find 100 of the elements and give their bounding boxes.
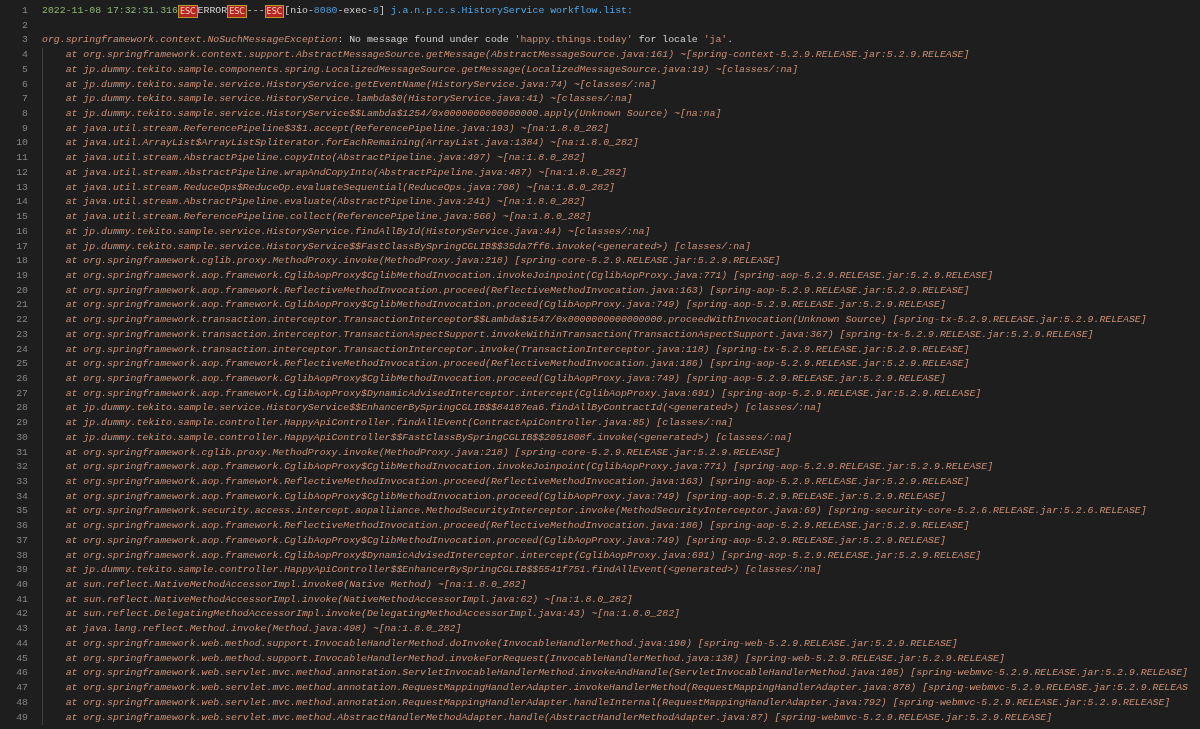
thread-name: [nio-8080-exec-8] [284,4,385,18]
stack-trace-line: at org.springframework.web.servlet.mvc.method.annotation.RequestMappingHandlerAdapter.handleInternal(RequestMappingHandlerAdapter.java:792) [spring-webmvc-5.2.9.RELEASE.jar:5.2.9.RELEASE] [65,695,1171,710]
escape-marker: ESC [227,4,247,18]
stack-trace-line: at jp.dummy.tekito.sample.controller.HappyApiController.findAllEvent(ContractApiController.java:85) [classes/:na] [65,416,734,431]
line-number: 43 [15,622,28,637]
line-number: 17 [15,239,28,254]
line-number: 45 [15,651,28,666]
stack-trace-line: at org.springframework.web.servlet.mvc.method.annotation.ServletInvocableHandlerMethod.invokeAndHandle(ServletInvocableHandlerMethod.java:105) [spring-webmvc-5.2.9.RELEASE.jar:5.2.9.RELEASE] [65,666,1188,681]
stack-trace-line: at org.springframework.cglib.proxy.MethodProxy.invoke(MethodProxy.java:218) [spring-core-5.2.9.RELEASE.jar:5.2.9.RELEASE] [65,445,781,460]
line-number: 19 [15,268,28,283]
line-number: 3 [21,33,28,48]
stack-trace-line: at java.util.stream.AbstractPipeline.copyInto(AbstractPipeline.java:497) ~[na:1.8.0_282] [65,151,586,166]
stack-trace-line: at org.springframework.context.support.AbstractMessageSource.getMessage(AbstractMessageSource.java:161) ~[spring-context-5.2.9.RELEASE.jar:5.2.9.RELEASE] [65,48,970,63]
line-number: 46 [15,666,28,681]
line-number: 23 [15,327,28,342]
line-number: 9 [21,121,28,136]
line-number: 12 [15,165,28,180]
line-number: 13 [15,180,28,195]
stack-trace-line: at sun.reflect.NativeMethodAccessorImpl.invoke0(Native Method) ~[na:1.8.0_282] [65,578,527,593]
stack-trace-line: at org.springframework.security.access.intercept.aopalliance.MethodSecurityInterceptor.invoke(MethodSecurityInterceptor.java:69) [spring-security-core-5.2.6.RELEASE.jar:5.2.6.RELEASE] [65,504,1147,519]
line-number: 8 [21,107,28,122]
line-number: 49 [15,710,28,725]
stack-trace-line: at java.util.stream.AbstractPipeline.wrapAndCopyInto(AbstractPipeline.java:487) ~[na:1.8.0_282] [65,165,627,180]
stack-trace-line: at java.util.stream.ReferencePipeline$3$1.accept(ReferencePipeline.java:193) ~[na:1.8.0_282] [65,121,610,136]
stack-trace-line: at org.springframework.aop.framework.CglibAopProxy$CglibMethodInvocation.invokeJoinpoint(CglibAopProxy.java:771) [spring-aop-5.2.9.RELEASE.jar:5.2.9.RELEASE] [65,460,994,475]
line-number: 21 [15,298,28,313]
stack-trace-line: at jp.dummy.tekito.sample.service.HistoryService.findAllById(HistoryService.java:44) ~[classes/:na] [65,224,651,239]
line-number: 30 [15,430,28,445]
line-number: 16 [15,224,28,239]
stack-trace-line: at org.springframework.web.method.support.InvocableHandlerMethod.invokeForRequest(InvocableHandlerMethod.java:138) [spring-web-5.2.9.RELEASE.jar:5.2.9.RELEASE] [65,651,1005,666]
line-number: 4 [21,48,28,63]
line-number: 28 [15,401,28,416]
line-number: 38 [15,548,28,563]
stack-trace-line: at java.util.stream.ReduceOps$ReduceOp.evaluateSequential(ReduceOps.java:708) ~[na:1.8.0_282] [65,180,615,195]
line-number: 34 [15,489,28,504]
line-number: 26 [15,371,28,386]
line-number: 14 [15,195,28,210]
line-number: 47 [15,681,28,696]
exception-message: org.springframework.context.NoSuchMessageException: No message found under code 'happy.things.today' for locale 'ja'. [42,33,734,48]
line-number: 22 [15,313,28,328]
stack-trace-line: at jp.dummy.tekito.sample.service.HistoryService$$EnhancerBySpringCGLIB$$84187ea6.findAllByContractId(<generated>) [classes/:na] [65,401,822,416]
stack-trace-line: at jp.dummy.tekito.sample.components.spring.LocalizedMessageSource.getMessage(LocalizedMessageSource.java:19) ~[classes/:na] [65,62,799,77]
line-number: 44 [15,636,28,651]
stack-trace-line: at java.lang.reflect.Method.invoke(Method.java:498) ~[na:1.8.0_282] [65,622,462,637]
stack-trace-line: at org.springframework.aop.framework.CglibAopProxy$CglibMethodInvocation.proceed(CglibAopProxy.java:749) [spring-aop-5.2.9.RELEASE.jar:5.2.9.RELEASE] [65,489,946,504]
stack-trace-line: at org.springframework.aop.framework.CglibAopProxy$DynamicAdvisedInterceptor.intercept(CglibAopProxy.java:691) [spring-aop-5.2.9.RELEASE.jar:5.2.9.RELEASE] [65,386,982,401]
line-number: 27 [15,386,28,401]
line-number: 18 [15,254,28,269]
line-number: 39 [15,563,28,578]
stack-trace-line: at sun.reflect.DelegatingMethodAccessorImpl.invoke(DelegatingMethodAccessorImpl.java:43) ~[na:1.8.0_282] [65,607,680,622]
line-number: 25 [15,357,28,372]
line-number: 41 [15,592,28,607]
line-number: 31 [15,445,28,460]
stack-trace-line: at org.springframework.aop.framework.CglibAopProxy$CglibMethodInvocation.proceed(CglibAopProxy.java:749) [spring-aop-5.2.9.RELEASE.jar:5.2.9.RELEASE] [65,533,946,548]
escape-marker: ESC [264,4,285,18]
line-number: 35 [15,504,28,519]
stack-trace-line: at org.springframework.transaction.interceptor.TransactionAspectSupport.invokeWithinTransaction(TransactionAspectSupport.java:367) [spring-tx-5.2.9.RELEASE.jar:5.2.9.RELEASE] [65,327,1094,342]
stack-trace-line: at jp.dummy.tekito.sample.controller.HappyApiController$$EnhancerBySpringCGLIB$$5541f751.findAllEvent(<generated>) [classes/:na] [65,563,822,578]
line-number: 29 [15,416,28,431]
stack-trace-line: at jp.dummy.tekito.sample.controller.HappyApiController$$FastClassBySpringCGLIB$$2051808f.invoke(<generated>) [classes/:na] [65,430,793,445]
line-number: 20 [15,283,28,298]
line-number: 10 [15,136,28,151]
line-number: 32 [15,460,28,475]
escape-marker: ESC [177,4,198,18]
stack-trace-line: at java.util.ArrayList$ArrayListSpliterator.forEachRemaining(ArrayList.java:1384) ~[na:1.8.0_282] [65,136,639,151]
line-number: 33 [15,475,28,489]
stack-trace-line: at org.springframework.transaction.interceptor.TransactionInterceptor$$Lambda$1547/0x0000000000000000.proceedWithInvocation(Unknown Source) [spring-tx-5.2.9.RELEASE.jar:5.2.9.RELEASE] [65,313,1147,328]
stack-trace-line: at org.springframework.aop.framework.CglibAopProxy$CglibMethodInvocation.proceed(CglibAopProxy.java:749) [spring-aop-5.2.9.RELEASE.jar:5.2.9.RELEASE] [65,298,946,313]
stack-trace-line: at org.springframework.cglib.proxy.MethodProxy.invoke(MethodProxy.java:218) [spring-core-5.2.9.RELEASE.jar:5.2.9.RELEASE] [65,254,781,269]
stack-trace-line: at java.util.stream.ReferencePipeline.collect(ReferencePipeline.java:566) ~[na:1.8.0_282] [65,210,592,225]
stack-trace-line: at org.springframework.aop.framework.CglibAopProxy$DynamicAdvisedInterceptor.intercept(CglibAopProxy.java:691) [spring-aop-5.2.9.RELEASE.jar:5.2.9.RELEASE] [65,548,982,563]
stack-trace-line: at org.springframework.web.servlet.mvc.method.AbstractHandlerMethodAdapter.handle(AbstractHandlerMethodAdapter.java:87) [spring-webmvc-5.2.9.RELEASE.jar:5.2.9.RELEASE] [65,710,1053,725]
line-number: 48 [15,695,28,710]
line-number: 7 [21,92,28,107]
line-number: 36 [15,519,28,534]
logger-name: j.a.n.p.c.s.HistoryService workflow.list: [389,4,633,18]
stack-trace-line: at org.springframework.aop.framework.CglibAopProxy$CglibMethodInvocation.proceed(CglibAopProxy.java:749) [spring-aop-5.2.9.RELEASE.jar:5.2.9.RELEASE] [65,371,946,386]
stack-trace-line: at sun.reflect.NativeMethodAccessorImpl.invoke(NativeMethodAccessorImpl.java:62) ~[na:1.8.0_282] [65,592,633,607]
stack-trace-line: at org.springframework.aop.framework.ReflectiveMethodInvocation.proceed(ReflectiveMethodInvocation.java:186) [spring-aop-5.2.9.RELEASE.jar:5.2.9.RELEASE] [65,519,970,534]
stack-trace-line: at jp.dummy.tekito.sample.service.HistoryService$$FastClassBySpringCGLIB$$35da7ff6.invoke(<generated>) [classes/:na] [65,239,751,254]
line-number: 1 [21,4,28,18]
line-number: 42 [15,607,28,622]
line-number: 6 [21,77,28,92]
line-number: 24 [15,342,28,357]
line-number: 2 [21,18,28,33]
stack-trace-line: at org.springframework.web.method.support.InvocableHandlerMethod.doInvoke(InvocableHandlerMethod.java:190) [spring-web-5.2.9.RELEASE.jar:5.2.9.RELEASE] [65,636,958,651]
stack-trace-line: at org.springframework.transaction.interceptor.TransactionInterceptor.invoke(TransactionInterceptor.java:118) [spring-tx-5.2.9.RELEASE.jar:5.2.9.RELEASE] [65,342,970,357]
stack-trace-line: at org.springframework.aop.framework.ReflectiveMethodInvocation.proceed(ReflectiveMethodInvocation.java:163) [spring-aop-5.2.9.RELEASE.jar:5.2.9.RELEASE] [65,283,970,298]
line-number: 11 [15,151,28,166]
stack-trace-line: at java.util.stream.AbstractPipeline.evaluate(AbstractPipeline.java:241) ~[na:1.8.0_282] [65,195,586,210]
log-level: ERROR [197,4,228,18]
timestamp: 2022-11-08 17:32:31.316 [42,4,178,18]
stack-trace-line: at org.springframework.aop.framework.ReflectiveMethodInvocation.proceed(ReflectiveMethodInvocation.java:163) [spring-aop-5.2.9.RELEASE.jar:5.2.9.RELEASE] [65,475,970,489]
line-number: 40 [15,578,28,593]
stack-trace-line: at jp.dummy.tekito.sample.service.HistoryService$$Lambda$1254/0x0000000000000000.apply(Unknown Source) ~[na:na] [65,107,722,122]
stack-trace-line: at org.springframework.aop.framework.ReflectiveMethodInvocation.proceed(ReflectiveMethodInvocation.java:186) [spring-aop-5.2.9.RELEASE.jar:5.2.9.RELEASE] [65,357,970,372]
stack-trace-line: at jp.dummy.tekito.sample.service.HistoryService.lambda$0(HistoryService.java:41) ~[classes/:na] [65,92,633,107]
stack-trace-line: at jp.dummy.tekito.sample.service.HistoryService.getEventName(HistoryService.java:74) ~[classes/:na] [65,77,657,92]
line-number: 5 [21,62,28,77]
stack-trace-line: at org.springframework.aop.framework.CglibAopProxy$CglibMethodInvocation.invokeJoinpoint(CglibAopProxy.java:771) [spring-aop-5.2.9.RELEASE.jar:5.2.9.RELEASE] [65,268,994,283]
